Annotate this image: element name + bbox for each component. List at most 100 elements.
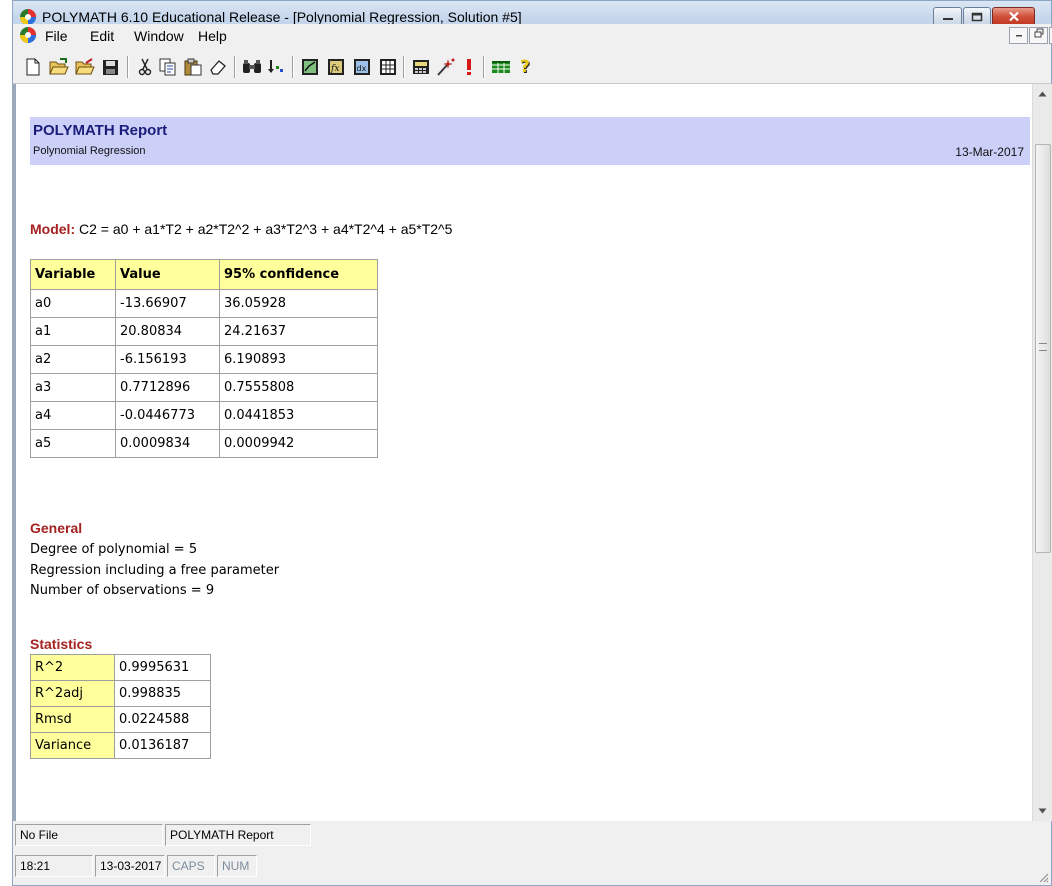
calculator-icon[interactable] bbox=[411, 57, 431, 77]
menu-window[interactable]: Window bbox=[131, 27, 187, 45]
mdi-minimize-button[interactable] bbox=[1009, 27, 1028, 44]
table-row: a0 -13.66907 36.05928 bbox=[30, 289, 378, 318]
table-cell: -0.0446773 bbox=[115, 401, 220, 430]
toolbar: fx dx ?? bbox=[12, 47, 1052, 84]
statistics-table: R^2 0.9995631 R^2adj 0.998835 Rmsd 0.022… bbox=[30, 654, 211, 759]
stat-value: 0.998835 bbox=[114, 680, 211, 707]
toolbar-separator bbox=[292, 56, 294, 78]
table-row: Variance 0.0136187 bbox=[30, 732, 211, 759]
wizard-icon[interactable] bbox=[436, 57, 456, 77]
scroll-down-button[interactable] bbox=[1033, 801, 1052, 821]
table-cell: a0 bbox=[30, 289, 116, 318]
report-date: 13-Mar-2017 bbox=[955, 145, 1024, 159]
table-cell: -13.66907 bbox=[115, 289, 220, 318]
stat-name: Rmsd bbox=[30, 706, 115, 733]
svg-text:?: ? bbox=[520, 58, 530, 76]
table-cell: 0.0009942 bbox=[219, 429, 378, 458]
mdi-restore-button[interactable] bbox=[1029, 27, 1048, 44]
table-cell: 0.7555808 bbox=[219, 373, 378, 402]
stat-name: Variance bbox=[30, 732, 115, 759]
scroll-thumb[interactable] bbox=[1035, 144, 1051, 553]
report-title: POLYMATH Report bbox=[33, 122, 168, 139]
toolbar-separator bbox=[483, 56, 485, 78]
app-status-bar: 18:21 13-03-2017 CAPS NUM bbox=[12, 850, 1052, 886]
save-icon[interactable] bbox=[100, 57, 120, 77]
menu-help[interactable]: Help bbox=[195, 27, 230, 45]
minimize-icon bbox=[942, 17, 953, 20]
table-icon[interactable] bbox=[378, 57, 398, 77]
help-icon[interactable]: ?? bbox=[516, 57, 536, 77]
eraser-icon[interactable] bbox=[208, 57, 228, 77]
toolbar-separator bbox=[127, 56, 129, 78]
find-icon[interactable] bbox=[242, 57, 262, 77]
column-header: Value bbox=[115, 259, 220, 290]
window-title: POLYMATH 6.10 Educational Release - [Pol… bbox=[42, 9, 522, 25]
status-num: NUM bbox=[217, 855, 257, 877]
menu-edit[interactable]: Edit bbox=[87, 27, 117, 45]
report-header: POLYMATH Report Polynomial Regression 13… bbox=[30, 117, 1030, 165]
svg-text:fx: fx bbox=[330, 64, 339, 74]
table-cell: 24.21637 bbox=[219, 317, 378, 346]
maximize-icon bbox=[971, 12, 983, 21]
general-regression-type: Regression including a free parameter bbox=[30, 563, 280, 578]
model-label: Model: bbox=[30, 221, 76, 237]
table-row: Rmsd 0.0224588 bbox=[30, 706, 211, 733]
document-app-icon[interactable] bbox=[19, 26, 37, 44]
spreadsheet-icon[interactable] bbox=[491, 57, 511, 77]
resize-grip-icon[interactable] bbox=[1037, 871, 1049, 883]
arrow-down-icon bbox=[1038, 808, 1047, 814]
restore-icon bbox=[1034, 28, 1043, 38]
paste-icon[interactable] bbox=[183, 57, 203, 77]
status-caps: CAPS bbox=[167, 855, 215, 877]
table-cell: 0.7712896 bbox=[115, 373, 220, 402]
report-subtitle: Polynomial Regression bbox=[33, 145, 146, 157]
stat-value: 0.0224588 bbox=[114, 706, 211, 733]
derivative-icon[interactable]: dx bbox=[352, 57, 372, 77]
graph-icon[interactable] bbox=[300, 57, 320, 77]
table-cell: 20.80834 bbox=[115, 317, 220, 346]
model-line: Model: C2 = a0 + a1*T2 + a2*T2^2 + a3*T2… bbox=[30, 221, 452, 237]
stat-value: 0.0136187 bbox=[114, 732, 211, 759]
cut-icon[interactable] bbox=[135, 57, 155, 77]
column-header: 95% confidence bbox=[219, 259, 378, 290]
new-icon[interactable] bbox=[23, 57, 43, 77]
stat-name: R^2adj bbox=[30, 680, 115, 707]
close-icon bbox=[1008, 11, 1019, 22]
table-row: R^2adj 0.998835 bbox=[30, 680, 211, 707]
status-date: 13-03-2017 bbox=[95, 855, 165, 877]
sort-icon[interactable] bbox=[266, 57, 286, 77]
scroll-up-button[interactable] bbox=[1033, 84, 1052, 104]
table-row: a1 20.80834 24.21637 bbox=[30, 317, 378, 346]
stat-name: R^2 bbox=[30, 654, 115, 681]
status-time: 18:21 bbox=[15, 855, 93, 877]
document-status-bar: No File POLYMATH Report bbox=[12, 821, 1052, 850]
svg-text:dx: dx bbox=[357, 64, 367, 73]
table-cell: a4 bbox=[30, 401, 116, 430]
column-header: Variable bbox=[30, 259, 116, 290]
general-observations: Number of observations = 9 bbox=[30, 583, 215, 598]
report-document[interactable]: POLYMATH Report Polynomial Regression 13… bbox=[12, 84, 1052, 821]
open-icon[interactable] bbox=[49, 57, 69, 77]
open-alt-icon[interactable] bbox=[75, 57, 95, 77]
scroll-grip-icon bbox=[1039, 343, 1047, 351]
minimize-icon bbox=[1015, 35, 1022, 37]
table-row: a5 0.0009834 0.0009942 bbox=[30, 429, 378, 458]
stat-value: 0.9995631 bbox=[114, 654, 211, 681]
copy-icon[interactable] bbox=[158, 57, 178, 77]
table-cell: a1 bbox=[30, 317, 116, 346]
run-icon[interactable] bbox=[459, 57, 479, 77]
statistics-section-title: Statistics bbox=[30, 636, 93, 652]
table-row: R^2 0.9995631 bbox=[30, 654, 211, 681]
table-row: a2 -6.156193 6.190893 bbox=[30, 345, 378, 374]
arrow-up-icon bbox=[1038, 91, 1047, 97]
toolbar-separator bbox=[403, 56, 405, 78]
table-cell: a3 bbox=[30, 373, 116, 402]
toolbar-separator bbox=[234, 56, 236, 78]
menu-file[interactable]: File bbox=[42, 27, 71, 45]
model-equation: C2 = a0 + a1*T2 + a2*T2^2 + a3*T2^3 + a4… bbox=[79, 221, 453, 237]
vertical-scrollbar[interactable] bbox=[1032, 84, 1052, 821]
menu-bar: File Edit Window Help bbox=[12, 24, 1052, 47]
table-cell: 36.05928 bbox=[219, 289, 378, 318]
function-icon[interactable]: fx bbox=[326, 57, 346, 77]
table-row: a3 0.7712896 0.7555808 bbox=[30, 373, 378, 402]
